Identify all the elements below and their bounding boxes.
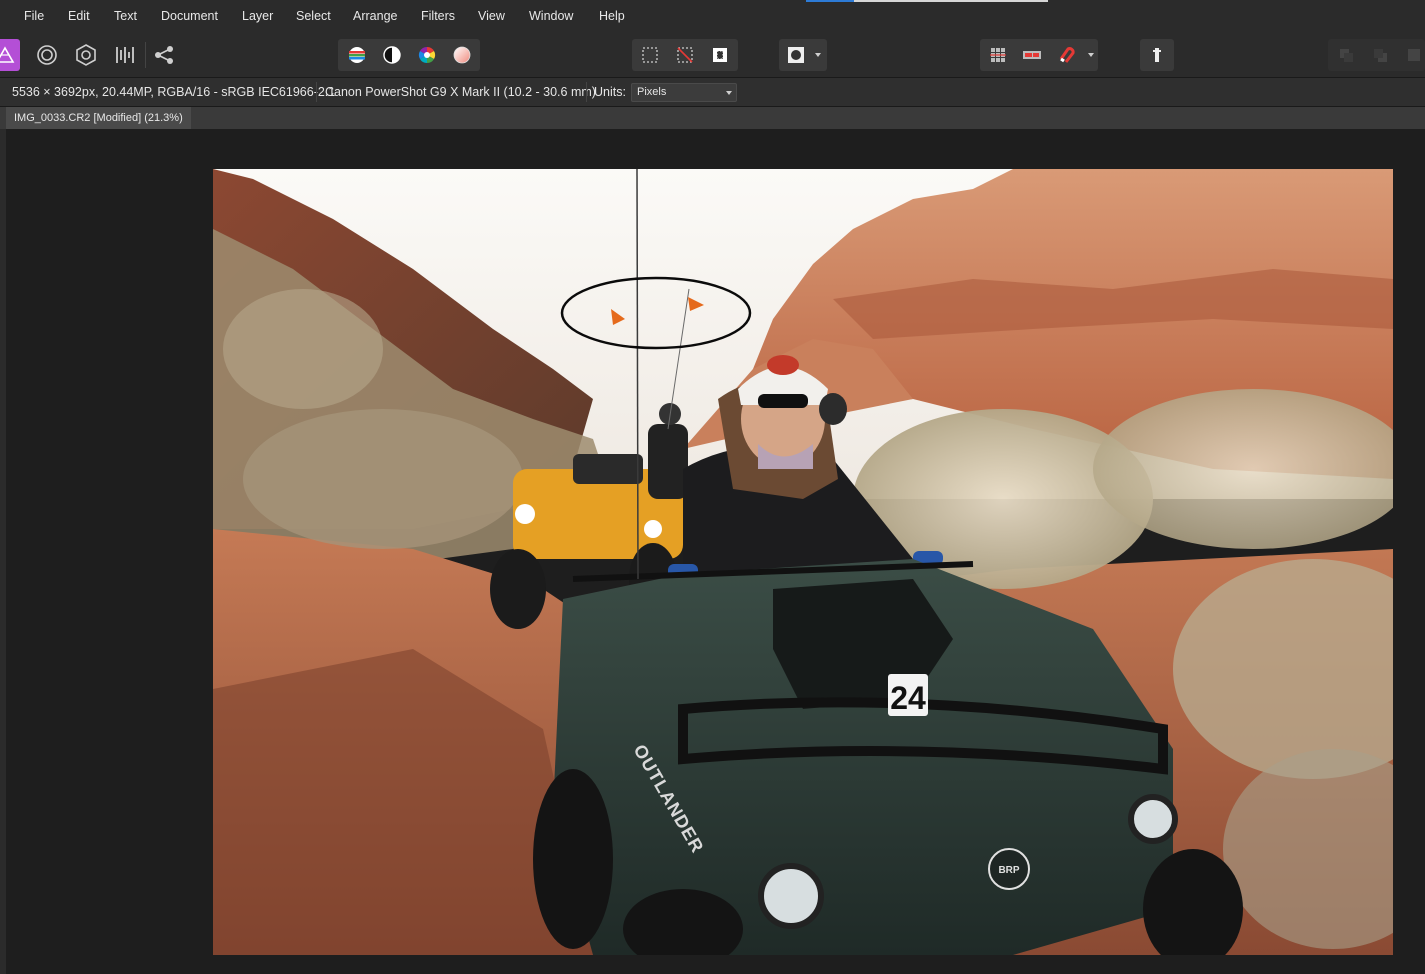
menu-window[interactable]: Window [529,9,573,23]
menu-arrange[interactable]: Arrange [353,9,397,23]
menu-view[interactable]: View [478,9,505,23]
toolbar-separator [145,42,146,68]
menu-edit[interactable]: Edit [68,9,90,23]
show-grid-button[interactable] [982,39,1014,71]
units-value: Pixels [637,86,667,98]
move-top-button[interactable] [1398,39,1425,71]
quad-logo-text: BRP [998,865,1019,876]
menu-layer[interactable]: Layer [242,9,273,23]
menu-select[interactable]: Select [296,9,331,23]
document-tab-bar: IMG_0033.CR2 [Modified] (21.3%) [0,107,1425,129]
auto-levels-icon [349,47,365,63]
liquify-persona-icon [37,45,57,65]
document-info: 5536 × 3692px, 20.44MP, RGBA/16 - sRGB I… [12,85,336,99]
snapping-magnet-icon [1059,47,1075,63]
context-separator [316,82,317,102]
context-help-button[interactable] [1141,39,1173,71]
quick-mask-button[interactable] [780,39,812,71]
brush-bush [223,289,383,409]
menu-file[interactable]: File [24,9,44,23]
snapping-dropdown-icon [1088,53,1094,57]
flag-pole [636,169,639,580]
quick-mask-dropdown-icon [815,53,821,57]
auto-colors-button[interactable] [411,39,443,71]
marquee-select-icon [642,47,658,63]
develop-persona-icon [76,44,96,66]
tone-mapping-persona-icon [116,47,134,63]
invert-selection-button[interactable] [704,39,736,71]
menu-document[interactable]: Document [161,9,218,23]
deselect-button[interactable] [669,39,701,71]
develop-persona-button[interactable] [70,39,102,71]
auto-white-balance-button[interactable] [446,39,478,71]
photo-svg: 24 OUTLANDER BRP [213,169,1393,955]
snapping-dropdown[interactable] [1083,39,1099,71]
liquify-persona-button[interactable] [31,39,63,71]
auto-white-balance-icon [453,46,471,64]
snapping-button[interactable] [1050,39,1082,71]
marquee-select-button[interactable] [634,39,666,71]
export-persona-button[interactable] [148,39,180,71]
camera-info: Canon PowerShot G9 X Mark II (10.2 - 30.… [325,85,596,99]
quick-mask-icon [788,47,804,63]
photo-persona-icon [0,46,15,63]
context-help-icon [1153,48,1161,62]
window-title-indicator [806,0,1048,2]
toolbar [0,34,1425,78]
units-select[interactable]: Pixels [631,83,737,102]
photo-persona-button[interactable] [0,39,20,71]
context-toolbar: 5536 × 3692px, 20.44MP, RGBA/16 - sRGB I… [0,78,1425,107]
move-back-icon [1340,49,1353,62]
auto-contrast-icon [383,46,401,64]
document-tab[interactable]: IMG_0033.CR2 [Modified] (21.3%) [6,107,191,129]
move-back-button[interactable] [1330,39,1362,71]
assistant-icon [1023,51,1041,59]
auto-contrast-button[interactable] [376,39,408,71]
invert-selection-icon [713,48,727,62]
menu-filters[interactable]: Filters [421,9,455,23]
move-forward-button[interactable] [1364,39,1396,71]
move-forward-icon [1374,49,1387,62]
export-persona-icon [155,46,173,64]
tone-mapping-persona-button[interactable] [109,39,141,71]
deselect-icon [677,47,693,63]
brush-bush [243,409,523,549]
menu-help[interactable]: Help [599,9,625,23]
auto-colors-icon [418,46,436,64]
assistant-button[interactable] [1016,39,1048,71]
document-image[interactable]: 24 OUTLANDER BRP [213,169,1393,955]
quick-mask-dropdown[interactable] [810,39,826,71]
context-separator [586,82,587,102]
move-top-icon [1408,49,1420,61]
chevron-down-icon [726,91,732,95]
grid-icon [990,48,1006,62]
menu-text[interactable]: Text [114,9,137,23]
units-label: Units: [594,85,626,99]
auto-levels-button[interactable] [341,39,373,71]
menu-bar: File Edit Text Document Layer Select Arr… [0,0,1425,34]
quad-number: 24 [890,680,926,716]
